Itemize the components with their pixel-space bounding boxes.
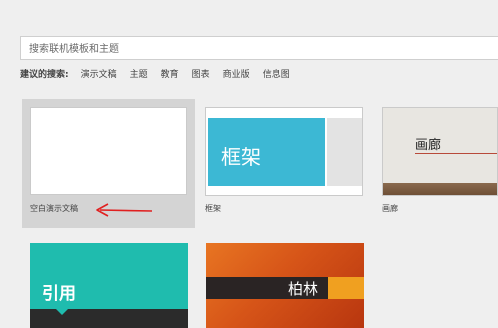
template-quote[interactable]: 引用 [30,243,188,328]
red-arrow-annotation-icon [96,203,153,217]
accent-bar [328,277,364,299]
thumbnail-title: 框架 [221,145,261,169]
frame-thumbnail: 框架 [205,107,363,196]
suggested-searches: 建议的搜索: 演示文稿 主题 教育 图表 商业版 信息图 [20,66,303,80]
template-label: 画廊 [382,204,398,213]
suggestion-link-infographic[interactable]: 信息图 [263,67,290,80]
speech-notch [56,309,68,315]
template-label: 空白演示文稿 [30,204,78,213]
dark-footer-band [30,309,188,328]
template-frame[interactable]: 框架 框架 [205,107,363,217]
thumbnail-title: 引用 [42,284,76,304]
suggested-searches-label: 建议的搜索: [20,69,69,80]
quote-thumbnail: 引用 [30,243,188,328]
suggestion-link-chart[interactable]: 图表 [192,67,210,80]
suggestion-link-theme[interactable]: 主题 [130,67,148,80]
search-input[interactable] [21,38,498,61]
template-gallery[interactable]: 画廊 画廊 [382,107,498,217]
berlin-thumbnail: 柏林 [206,243,364,328]
thumbnail-title: 柏林 [288,280,319,298]
title-underline [415,153,497,154]
suggestion-link-business[interactable]: 商业版 [223,67,250,80]
wood-floor-graphic [383,183,497,195]
template-search-box[interactable] [20,36,498,61]
template-label: 框架 [205,204,221,213]
blank-presentation-thumbnail [30,107,187,195]
frame-side-panel [327,118,362,186]
suggestion-link-education[interactable]: 教育 [161,67,179,80]
gallery-thumbnail: 画廊 [382,107,498,196]
thumbnail-title: 画廊 [415,138,442,153]
template-berlin[interactable]: 柏林 [206,243,364,328]
suggestion-link-presentation[interactable]: 演示文稿 [81,67,117,80]
